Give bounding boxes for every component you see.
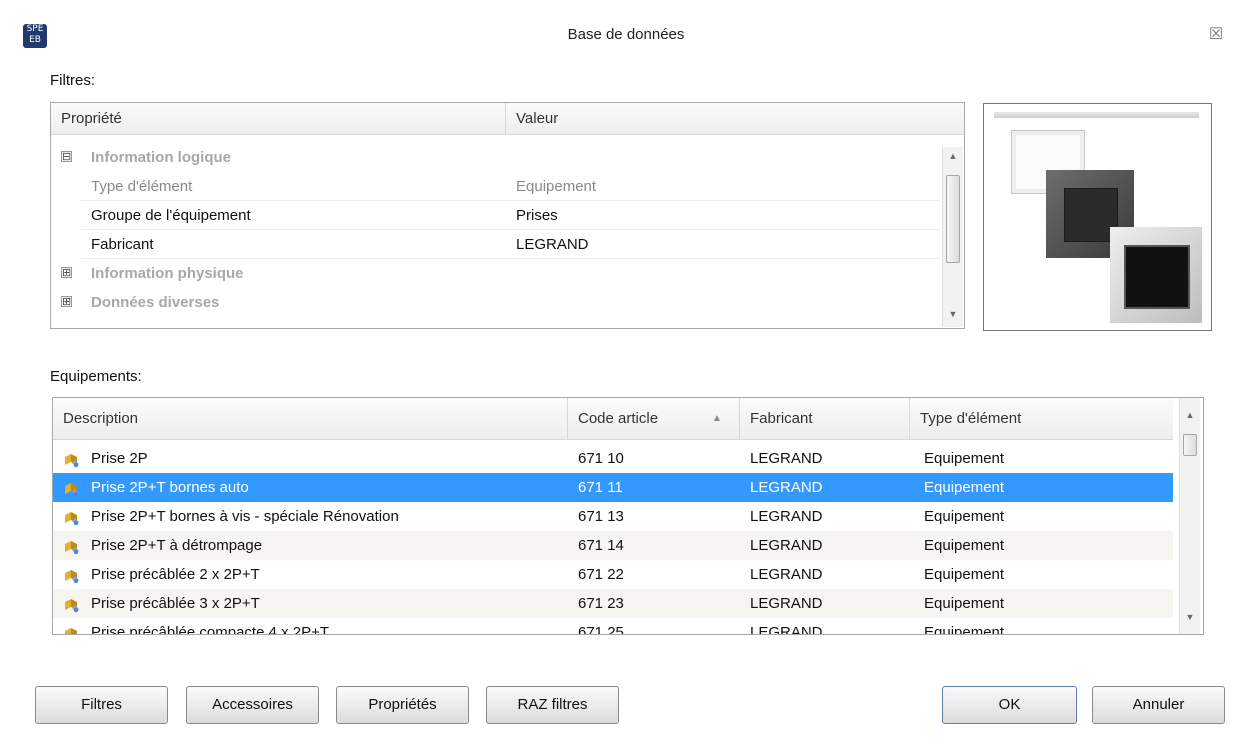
scroll-thumb[interactable]	[1183, 434, 1197, 456]
preview-shadow	[994, 112, 1199, 118]
proprietes-button[interactable]: Propriétés	[336, 686, 469, 724]
expand-icon[interactable]: ⊞	[61, 267, 72, 279]
equipment-icon	[63, 624, 81, 634]
property-group-row[interactable]: ⊟ Information logique	[51, 143, 940, 172]
property-name: Type d'élément	[91, 178, 193, 195]
cell-code-article: 671 22	[578, 566, 624, 583]
cell-type-element: Equipement	[924, 537, 1005, 554]
cell-code-article: 671 23	[578, 595, 624, 612]
scroll-down-icon[interactable]: ▼	[1180, 612, 1200, 622]
equipment-icon	[63, 537, 81, 555]
property-value[interactable]: Prises	[516, 201, 558, 230]
cell-description: Prise précâblée compacte 4 x 2P+T	[91, 624, 330, 635]
property-row[interactable]: Fabricant LEGRAND	[51, 230, 940, 259]
equipements-scrollbar[interactable]: ▲ ▼	[1179, 398, 1200, 634]
property-group-label: Information physique	[91, 265, 244, 282]
equipment-icon	[63, 450, 81, 468]
cell-description: Prise 2P	[91, 450, 148, 467]
property-row[interactable]: Groupe de l'équipement Prises	[51, 201, 940, 230]
cell-type-element: Equipement	[924, 450, 1005, 467]
cell-fabricant: LEGRAND	[750, 624, 823, 635]
property-value[interactable]: Equipement	[516, 172, 596, 201]
cell-description: Prise précâblée 3 x 2P+T	[91, 595, 260, 612]
window-title: Base de données	[567, 26, 685, 43]
equipment-icon	[63, 566, 81, 584]
table-row[interactable]: Prise précâblée 3 x 2P+T 671 23 LEGRAND Equ…	[53, 589, 1173, 618]
close-icon[interactable]: ☒	[1205, 24, 1227, 46]
property-group-label: Données diverses	[91, 294, 220, 311]
property-name: Fabricant	[91, 236, 154, 253]
cell-fabricant: LEGRAND	[750, 508, 823, 525]
cell-type-element: Equipement	[924, 624, 1005, 635]
cell-fabricant: LEGRAND	[750, 566, 823, 583]
property-group-label: Information logique	[91, 149, 231, 166]
table-row[interactable]: Prise précâblée compacte 4 x 2P+T 671 25 L…	[53, 618, 1173, 635]
raz-filtres-button[interactable]: RAZ filtres	[486, 686, 619, 724]
scroll-up-icon[interactable]: ▲	[943, 151, 963, 161]
product-preview-image	[983, 103, 1212, 331]
cell-fabricant: LEGRAND	[750, 537, 823, 554]
filters-scrollbar[interactable]: ▲ ▼	[942, 147, 963, 327]
table-row[interactable]: Prise 2P+T bornes à vis - spéciale Rénov…	[53, 502, 1173, 531]
cell-code-article: 671 14	[578, 537, 624, 554]
scroll-up-icon[interactable]: ▲	[1180, 410, 1200, 420]
equipment-icon	[63, 595, 81, 613]
cell-code-article: 671 13	[578, 508, 624, 525]
cell-type-element: Equipement	[924, 479, 1005, 496]
scroll-thumb[interactable]	[946, 175, 960, 263]
table-row[interactable]: Prise 2P+T à détrompage 671 14 LEGRAND Equi…	[53, 531, 1173, 560]
column-header-valeur[interactable]: Valeur	[506, 103, 964, 135]
cell-fabricant: LEGRAND	[750, 595, 823, 612]
cell-description: Prise 2P+T bornes auto	[91, 479, 249, 496]
expand-icon[interactable]: ⊞	[61, 296, 72, 308]
filters-label: Filtres:	[50, 72, 95, 89]
annuler-button[interactable]: Annuler	[1092, 686, 1225, 724]
table-row[interactable]: Prise précâblée 2 x 2P+T 671 22 LEGRAND Equ…	[53, 560, 1173, 589]
equipment-icon	[63, 508, 81, 526]
cell-code-article: 671 25	[578, 624, 624, 635]
table-row[interactable]: Prise 2P 671 10 LEGRAND Equipement	[53, 444, 1173, 473]
sort-ascending-icon: ▲	[712, 413, 722, 424]
equipements-table[interactable]: Description Code article ▲ Fabricant Typ…	[52, 397, 1204, 635]
column-header-type-element[interactable]: Type d'élément	[910, 398, 1173, 440]
column-header-fabricant[interactable]: Fabricant	[740, 398, 910, 440]
cell-type-element: Equipement	[924, 595, 1005, 612]
column-header-code-article-label: Code article	[578, 410, 659, 427]
cell-description: Prise 2P+T bornes à vis - spéciale Rénov…	[91, 508, 399, 525]
equipements-label: Equipements:	[50, 368, 142, 385]
property-group-row[interactable]: ⊞ Information physique	[51, 259, 940, 288]
cell-type-element: Equipement	[924, 508, 1005, 525]
equipment-icon	[63, 479, 81, 497]
cell-type-element: Equipement	[924, 566, 1005, 583]
property-name: Groupe de l'équipement	[91, 207, 251, 224]
collapse-icon[interactable]: ⊟	[61, 151, 72, 163]
property-group-row[interactable]: ⊞ Données diverses	[51, 288, 940, 317]
cell-code-article: 671 11	[578, 479, 623, 496]
black-socket-plate	[1110, 227, 1202, 323]
column-header-code-article[interactable]: Code article ▲	[568, 398, 740, 440]
table-row[interactable]: Prise 2P+T bornes auto 671 11 LEGRAND Equip…	[53, 473, 1173, 502]
filters-grid[interactable]: Propriété Valeur ⊟ Information logique Typ…	[50, 102, 965, 329]
cell-description: Prise 2P+T à détrompage	[91, 537, 263, 554]
column-header-description[interactable]: Description	[53, 398, 568, 440]
cell-fabricant: LEGRAND	[750, 479, 823, 496]
accessoires-button[interactable]: Accessoires	[186, 686, 319, 724]
scroll-down-icon[interactable]: ▼	[943, 309, 963, 319]
ok-button[interactable]: OK	[942, 686, 1077, 724]
cell-fabricant: LEGRAND	[750, 450, 823, 467]
filtres-button[interactable]: Filtres	[35, 686, 168, 724]
property-row[interactable]: Type d'élément Equipement	[51, 172, 940, 201]
property-value[interactable]: LEGRAND	[516, 230, 589, 259]
column-header-propriete[interactable]: Propriété	[51, 103, 506, 135]
database-dialog: SPE EB Base de données ☒ Filtres: Propri…	[0, 0, 1252, 755]
cell-code-article: 671 10	[578, 450, 624, 467]
cell-description: Prise précâblée 2 x 2P+T	[91, 566, 260, 583]
